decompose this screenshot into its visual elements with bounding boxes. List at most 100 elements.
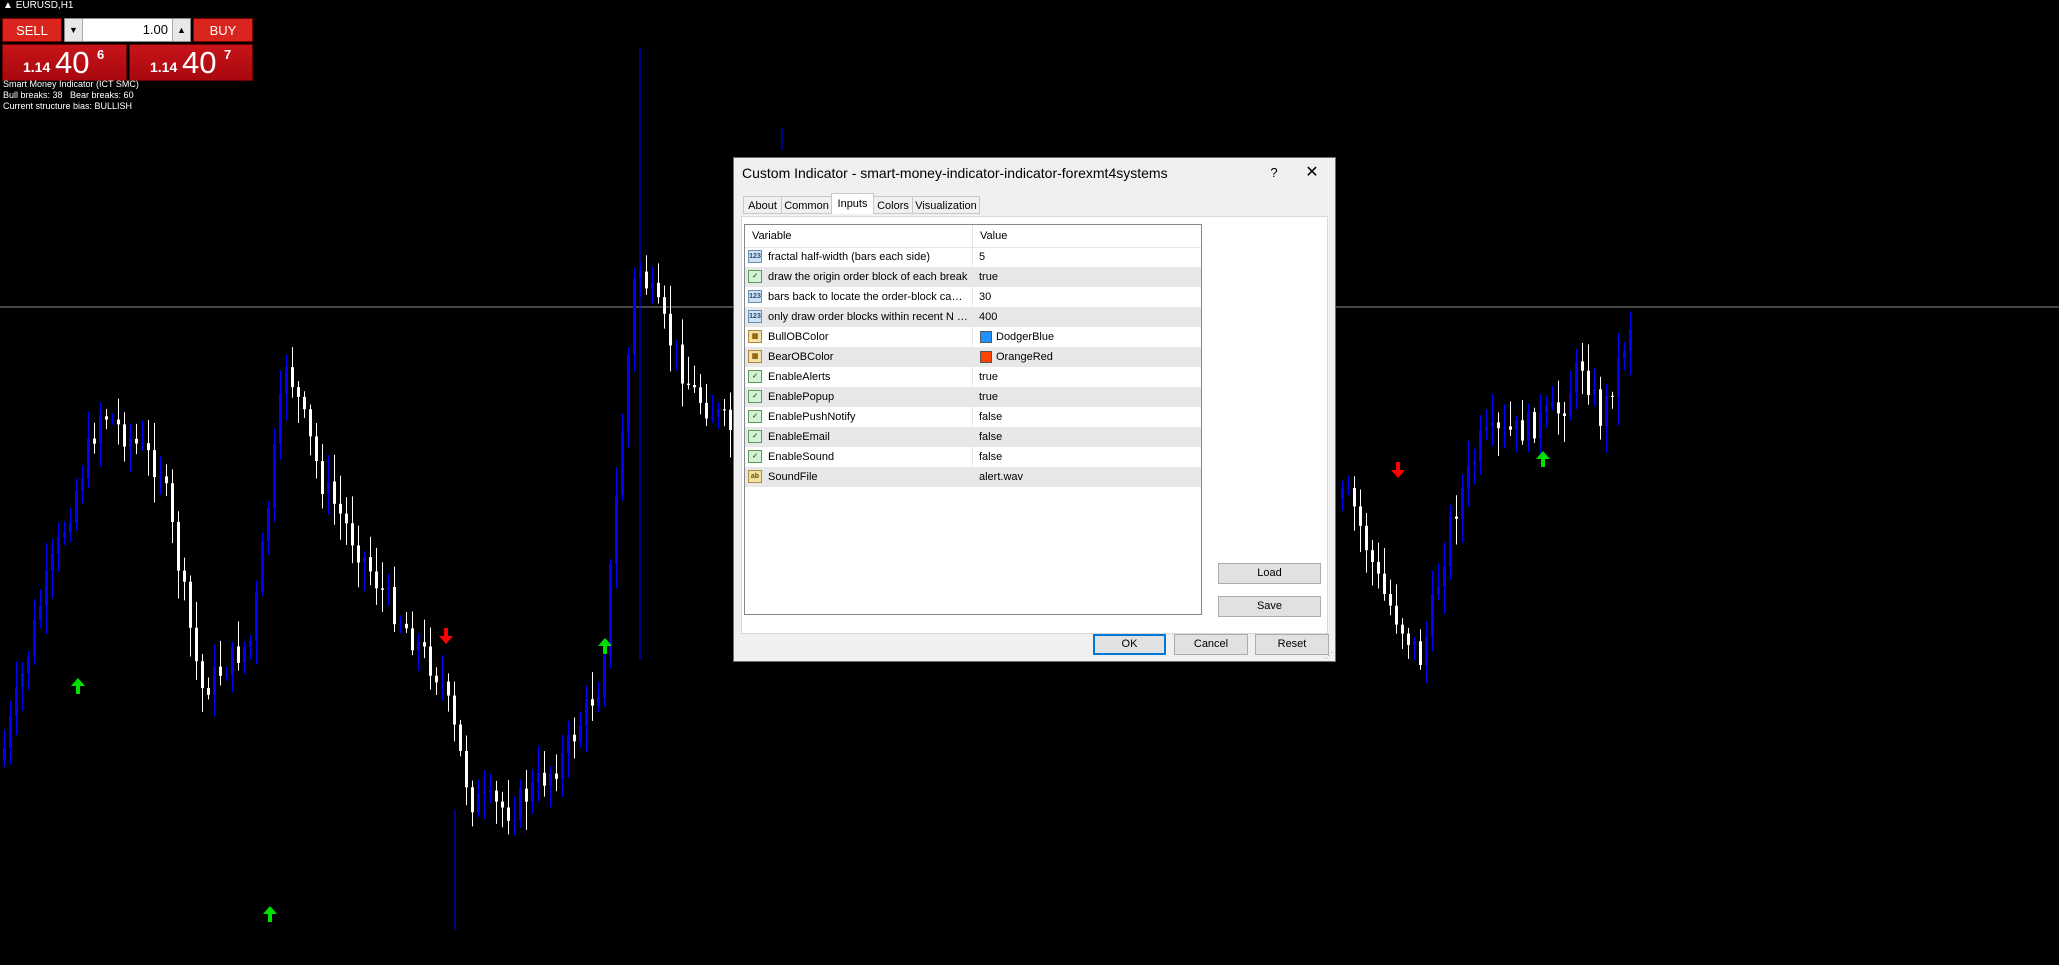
candle-body [393, 587, 396, 625]
input-value[interactable]: 30 [979, 287, 991, 307]
input-variable-name: SoundFile [768, 471, 818, 483]
input-value[interactable]: true [979, 367, 998, 387]
tab-visualization[interactable]: Visualization [912, 196, 980, 214]
input-row[interactable]: 123 bars back to locate the order-block c… [745, 287, 1201, 307]
tab-colors[interactable]: Colors [873, 196, 913, 214]
candle-body [69, 522, 72, 533]
candle-body [255, 591, 258, 641]
candle-body [369, 557, 372, 572]
tab-common[interactable]: Common [781, 196, 832, 214]
reset-button[interactable]: Reset [1255, 634, 1329, 655]
candle-body [219, 666, 222, 676]
input-row[interactable]: ✓ EnableEmail false [745, 427, 1201, 447]
bid-price-display[interactable]: 1.14 40 6 [2, 44, 127, 81]
candle-body [543, 772, 546, 786]
input-value[interactable]: alert.wav [979, 467, 1023, 487]
candle-body [1533, 412, 1536, 439]
candle-body [579, 725, 582, 742]
header-variable[interactable]: Variable [752, 225, 792, 247]
candle-body [315, 436, 318, 462]
ok-button[interactable]: OK [1093, 634, 1166, 655]
input-row[interactable]: ✓ EnablePopup true [745, 387, 1201, 407]
input-value[interactable]: false [979, 447, 1002, 467]
lot-size-stepper[interactable]: ▼ 1.00 ▲ [64, 18, 191, 42]
close-icon[interactable]: ✕ [1302, 163, 1322, 183]
lot-increase-icon[interactable]: ▲ [172, 19, 190, 41]
color-swatch[interactable] [980, 331, 992, 343]
input-value[interactable]: 400 [979, 307, 997, 327]
sell-button[interactable]: SELL [2, 18, 62, 42]
candle-body [1437, 586, 1440, 595]
candle-body [75, 490, 78, 523]
candle-body [195, 627, 198, 662]
candle-body [1425, 636, 1428, 665]
candle-body [429, 646, 432, 676]
candle-body [1611, 395, 1614, 397]
boolean-type-icon: ✓ [748, 450, 762, 463]
candle-body [507, 807, 510, 821]
input-row[interactable]: ▦ BearOBColor OrangeRed [745, 347, 1201, 367]
input-variable-name: fractal half-width (bars each side) [768, 251, 931, 263]
candle-body [1395, 605, 1398, 625]
candle-body [381, 588, 384, 590]
candle-body [1623, 351, 1626, 358]
candle-body [1377, 561, 1380, 574]
load-button[interactable]: Load [1218, 563, 1321, 584]
color-swatch[interactable] [980, 351, 992, 363]
inputs-grid[interactable]: Variable Value 123 fractal half-width (ba… [744, 224, 1202, 615]
candle-body [1515, 420, 1518, 430]
input-row[interactable]: ✓ EnablePushNotify false [745, 407, 1201, 427]
candle-body [123, 424, 126, 447]
input-value[interactable]: false [979, 427, 1002, 447]
input-value[interactable]: DodgerBlue [996, 327, 1054, 347]
ask-price-display[interactable]: 1.14 40 7 [129, 44, 253, 81]
candle-body [327, 481, 330, 495]
candle-body [1503, 426, 1506, 429]
input-variable-name: BearOBColor [768, 351, 834, 363]
header-value[interactable]: Value [980, 225, 1007, 247]
input-row[interactable]: ab SoundFile alert.wav [745, 467, 1201, 487]
input-row[interactable]: 123 fractal half-width (bars each side) 5 [745, 247, 1201, 267]
input-variable-name: EnablePushNotify [768, 411, 856, 423]
input-row[interactable]: ✓ EnableAlerts true [745, 367, 1201, 387]
candle-body [129, 438, 132, 447]
number-type-icon: 123 [748, 310, 762, 323]
candle-body [597, 696, 600, 706]
input-variable-name: only draw order blocks within recent N b… [768, 311, 968, 323]
candle-body [39, 605, 42, 621]
buy-button[interactable]: BUY [193, 18, 253, 42]
input-row[interactable]: ▦ BullOBColor DodgerBlue [745, 327, 1201, 347]
candle-body [45, 570, 48, 606]
resize-grip-icon[interactable]: ⋰ [1325, 651, 1333, 660]
indicator-info-text: Smart Money Indicator (ICT SMC) Bull brea… [3, 79, 139, 112]
candle-body [1527, 412, 1530, 441]
candle-body [501, 801, 504, 808]
candle-body [111, 419, 114, 421]
input-value[interactable]: false [979, 407, 1002, 427]
tab-about[interactable]: About [743, 196, 782, 214]
lot-size-input[interactable]: 1.00 [83, 19, 172, 41]
custom-indicator-dialog: Custom Indicator - smart-money-indicator… [733, 157, 1336, 662]
candle-body [447, 681, 450, 696]
input-row[interactable]: ✓ draw the origin order block of each bre… [745, 267, 1201, 287]
candle-body [357, 545, 360, 563]
cancel-button[interactable]: Cancel [1174, 634, 1248, 655]
input-row[interactable]: 123 only draw order blocks within recent … [745, 307, 1201, 327]
input-value[interactable]: OrangeRed [996, 347, 1053, 367]
lot-decrease-icon[interactable]: ▼ [65, 19, 83, 41]
candle-body [1617, 357, 1620, 397]
candle-body [1455, 516, 1458, 519]
candle-body [339, 503, 342, 514]
help-icon[interactable]: ? [1264, 163, 1284, 183]
candle-body [1371, 550, 1374, 562]
candle-body [1587, 370, 1590, 396]
input-value[interactable]: true [979, 267, 998, 287]
save-button[interactable]: Save [1218, 596, 1321, 617]
candle-body [633, 278, 636, 355]
candle-body [273, 444, 276, 508]
candle-body [729, 409, 732, 430]
input-value[interactable]: 5 [979, 247, 985, 267]
input-value[interactable]: true [979, 387, 998, 407]
tab-inputs[interactable]: Inputs [831, 193, 874, 214]
input-row[interactable]: ✓ EnableSound false [745, 447, 1201, 467]
